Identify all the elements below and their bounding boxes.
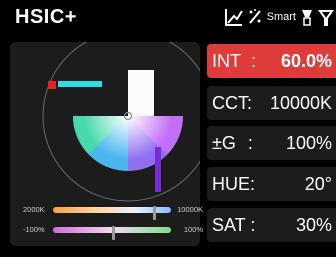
color-wheel-panel: 2000K 10000K -100% 100%: [10, 42, 203, 246]
param-sat[interactable]: SAT : 30%: [207, 208, 336, 242]
hue-marker-end[interactable]: [155, 147, 161, 192]
param-hue-value: 20°: [304, 173, 332, 194]
param-green-label: ±G: [212, 132, 236, 153]
bulb-icon[interactable]: [299, 7, 315, 27]
param-cct-value: 10000K: [269, 92, 332, 113]
param-int-label: INT: [212, 50, 241, 71]
green-slider-max-label: 100%: [183, 225, 203, 234]
param-green[interactable]: ±G : 100%: [207, 126, 336, 160]
param-sat-value: 30%: [295, 214, 332, 235]
cct-slider-min-label: 2000K: [23, 205, 45, 214]
cct-slider-track[interactable]: [53, 206, 171, 220]
green-slider-min-label: -100%: [23, 225, 45, 234]
green-slider-track[interactable]: [53, 226, 171, 240]
smart-label: Smart: [266, 11, 296, 23]
param-cct-label: CCT:: [212, 92, 252, 113]
top-toolbar: Smart: [224, 6, 334, 28]
app-title: HSIC+: [15, 6, 77, 28]
param-green-value: 100%: [285, 132, 332, 153]
bulb-outline-icon[interactable]: [318, 7, 334, 27]
green-slider-thumb[interactable]: [112, 226, 115, 240]
curve-icon[interactable]: [224, 7, 244, 27]
param-int-value: 60.0%: [280, 50, 332, 71]
param-green-sep: :: [247, 132, 253, 153]
cct-slider-thumb[interactable]: [153, 206, 157, 220]
param-int-sep: :: [251, 50, 257, 71]
smart-icon[interactable]: Smart: [266, 11, 296, 23]
green-slider[interactable]: -100% 100%: [23, 224, 203, 240]
sector-corner: [128, 70, 154, 116]
param-sat-label: SAT :: [212, 214, 256, 235]
hue-marker-start[interactable]: [58, 81, 102, 87]
param-cct[interactable]: CCT: 10000K: [207, 86, 336, 120]
hue-handle-red[interactable]: [48, 81, 56, 89]
param-int[interactable]: INT : 60.0%: [207, 44, 336, 78]
cct-slider-max-label: 10000K: [177, 205, 203, 214]
param-hue[interactable]: HUE: 20°: [207, 167, 336, 201]
effect-icon[interactable]: [247, 7, 263, 27]
param-hue-label: HUE:: [212, 173, 256, 194]
cct-slider[interactable]: 2000K 10000K: [23, 204, 203, 220]
